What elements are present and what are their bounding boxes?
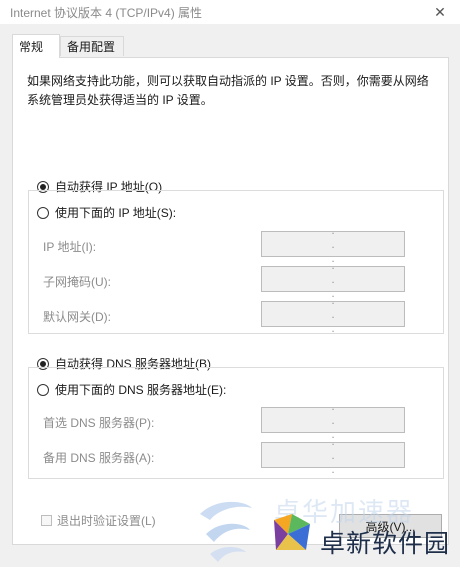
manual-ip-radio-row[interactable]: 使用下面的 IP 地址(S): [37,204,181,221]
default-gateway-label: 默认网关(D): [43,310,111,324]
manual-ip-radio[interactable] [37,206,49,219]
manual-dns-radio[interactable] [37,383,49,396]
default-gateway-field[interactable]: . . . [261,293,405,335]
dialog-body: 常规 备用配置 如果网络支持此功能，则可以获取自动指派的 IP 设置。否则，你需… [0,24,460,567]
manual-dns-label: 使用下面的 DNS 服务器地址(E): [55,383,227,397]
description-text: 如果网络支持此功能，则可以获取自动指派的 IP 设置。否则，你需要从网络系统管理… [27,74,429,107]
manual-ip-label: 使用下面的 IP 地址(S): [55,206,177,220]
general-panel: 如果网络支持此功能，则可以获取自动指派的 IP 设置。否则，你需要从网络系统管理… [12,57,449,545]
ip-address-field[interactable]: . . . [261,223,405,265]
tab-alternate-config-label: 备用配置 [67,40,116,54]
alternate-dns-dots: . . . [331,434,335,476]
close-button[interactable]: ✕ [420,0,460,24]
tab-general[interactable]: 常规 [12,34,60,58]
subnet-mask-label: 子网掩码(U): [43,275,111,289]
alternate-dns-label: 备用 DNS 服务器(A): [43,451,155,465]
close-icon: ✕ [434,3,446,20]
alternate-dns-field[interactable]: . . . [261,434,405,476]
ip-address-label: IP 地址(I): [43,240,97,254]
advanced-button[interactable]: 高级(V)... [339,514,442,538]
preferred-dns-field[interactable]: . . . [261,399,405,441]
validate-on-exit-checkbox[interactable] [41,515,52,526]
default-gateway-dots: . . . [331,293,335,335]
tab-alternate-config[interactable]: 备用配置 [60,36,124,56]
window-title: Internet 协议版本 4 (TCP/IPv4) 属性 [10,6,203,20]
tab-general-label: 常规 [19,40,44,54]
title-bar: Internet 协议版本 4 (TCP/IPv4) 属性 ✕ [0,0,460,24]
validate-on-exit-row[interactable]: 退出时验证设置(L) [41,512,156,529]
subnet-mask-field[interactable]: . . . [261,258,405,300]
validate-on-exit-label: 退出时验证设置(L) [57,514,156,528]
manual-dns-radio-row[interactable]: 使用下面的 DNS 服务器地址(E): [37,381,231,398]
preferred-dns-label: 首选 DNS 服务器(P): [43,416,155,430]
advanced-button-label: 高级(V)... [365,519,416,534]
